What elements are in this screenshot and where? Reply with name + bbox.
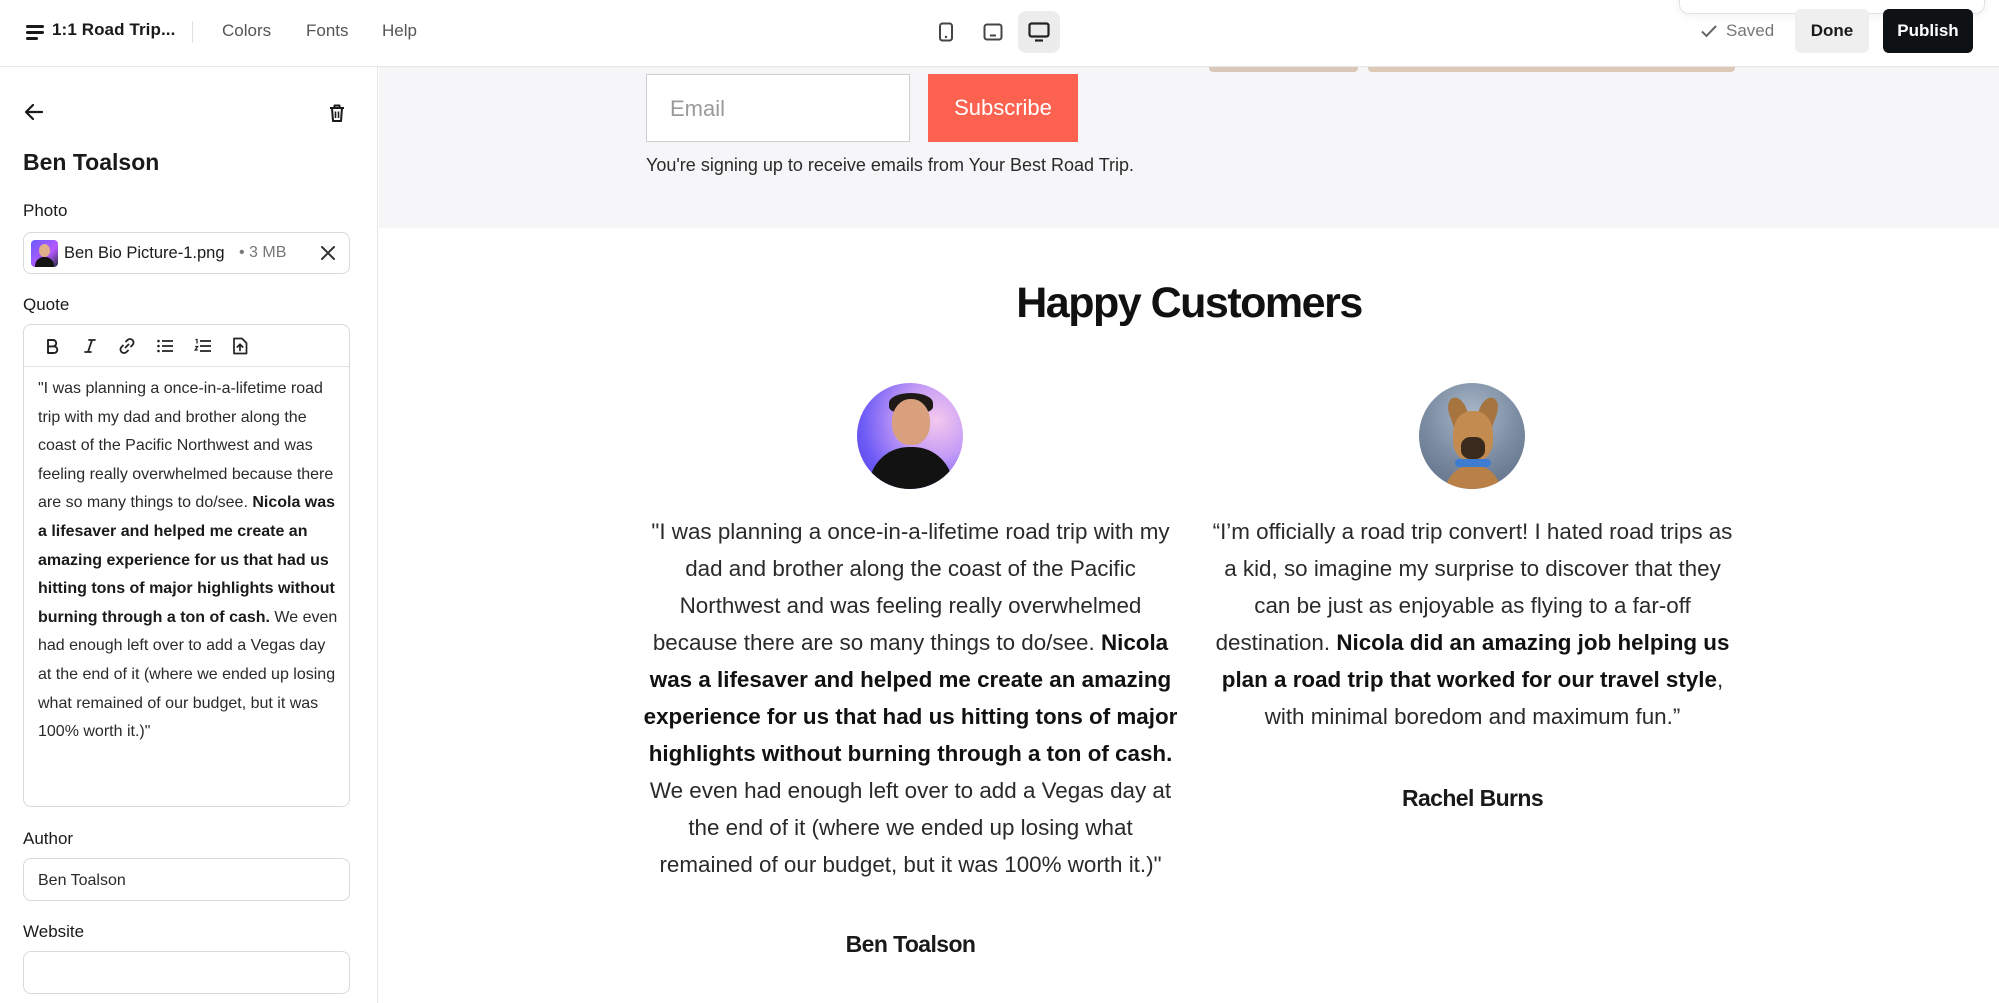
- testimonial-avatar-ben[interactable]: [857, 383, 963, 489]
- photo-file-name: Ben Bio Picture-1.png: [64, 244, 225, 262]
- italic-icon[interactable]: [80, 336, 100, 356]
- quote-text-part: We even had enough left over to add a Ve…: [649, 778, 1172, 877]
- top-bar: 1:1 Road Trip... Colors Fonts Help Saved…: [0, 0, 1999, 67]
- mobile-icon: [939, 22, 953, 42]
- device-tablet-button[interactable]: [972, 11, 1014, 53]
- photo-edge: [1209, 67, 1358, 72]
- quote-editor[interactable]: "I was planning a once-in-a-lifetime roa…: [23, 324, 350, 807]
- photo-edge: [1368, 67, 1735, 72]
- photo-thumbnail: [31, 240, 58, 267]
- website-input[interactable]: [23, 951, 350, 994]
- topbar-divider: [192, 21, 193, 43]
- quote-text-bold-part: Nicola was a lifesaver and helped me cre…: [38, 494, 336, 626]
- nav-fonts[interactable]: Fonts: [306, 21, 349, 41]
- bold-icon[interactable]: [42, 336, 62, 356]
- photo-file-field[interactable]: Ben Bio Picture-1.png • 3 MB: [23, 232, 350, 274]
- testimonial-quote-rachel[interactable]: “I’m officially a road trip convert! I h…: [1205, 513, 1740, 735]
- subscribe-button[interactable]: Subscribe: [928, 74, 1078, 142]
- signup-note: You're signing up to receive emails from…: [646, 155, 1135, 175]
- signup-section: Email Subscribe You're signing up to rec…: [379, 67, 1999, 228]
- nav-colors[interactable]: Colors: [222, 21, 271, 41]
- device-mobile-button[interactable]: [925, 11, 967, 53]
- project-title[interactable]: 1:1 Road Trip...: [52, 20, 175, 40]
- save-status-label: Saved: [1726, 21, 1775, 40]
- quote-editor-text[interactable]: "I was planning a once-in-a-lifetime roa…: [38, 375, 338, 747]
- check-icon: [1701, 25, 1717, 38]
- bullet-list-icon[interactable]: [155, 336, 175, 356]
- testimonial-author-rachel[interactable]: Rachel Burns: [1205, 785, 1740, 812]
- quote-text-part: "I was planning a once-in-a-lifetime roa…: [651, 519, 1170, 655]
- testimonial-quote-ben[interactable]: "I was planning a once-in-a-lifetime roa…: [643, 513, 1178, 883]
- editor-toolbar: [24, 325, 349, 367]
- author-input[interactable]: Ben Toalson: [23, 858, 350, 901]
- testimonials-title[interactable]: Happy Customers: [379, 279, 1999, 328]
- photo-file-size: • 3 MB: [239, 244, 287, 261]
- desktop-icon: [1028, 22, 1050, 42]
- tablet-icon: [983, 23, 1003, 41]
- photo-label: Photo: [23, 201, 68, 220]
- remove-photo-icon[interactable]: [319, 244, 337, 267]
- link-icon[interactable]: [117, 336, 137, 356]
- trash-icon[interactable]: [328, 103, 346, 128]
- done-button[interactable]: Done: [1795, 9, 1869, 53]
- nav-help[interactable]: Help: [382, 21, 417, 41]
- save-status: Saved: [1700, 21, 1774, 41]
- testimonial-avatar-rachel[interactable]: [1419, 383, 1525, 489]
- numbered-list-icon[interactable]: [193, 336, 213, 356]
- testimonial-author-ben[interactable]: Ben Toalson: [643, 931, 1178, 958]
- back-arrow-icon[interactable]: [24, 103, 44, 126]
- edit-sidebar: Ben Toalson Photo Ben Bio Picture-1.png …: [0, 67, 378, 1003]
- quote-text-part: We even had enough left over to add a Ve…: [38, 608, 338, 741]
- device-desktop-button[interactable]: [1018, 11, 1060, 53]
- author-label: Author: [23, 829, 74, 848]
- website-label: Website: [23, 922, 85, 941]
- publish-button[interactable]: Publish: [1883, 9, 1973, 53]
- menu-icon[interactable]: [26, 20, 44, 44]
- email-input[interactable]: Email: [646, 74, 910, 142]
- page-preview: Email Subscribe You're signing up to rec…: [379, 67, 1999, 1003]
- upload-icon[interactable]: [230, 336, 250, 356]
- item-title: Ben Toalson: [23, 149, 160, 175]
- quote-label: Quote: [23, 295, 70, 314]
- quote-text-part: "I was planning a once-in-a-lifetime roa…: [38, 380, 334, 512]
